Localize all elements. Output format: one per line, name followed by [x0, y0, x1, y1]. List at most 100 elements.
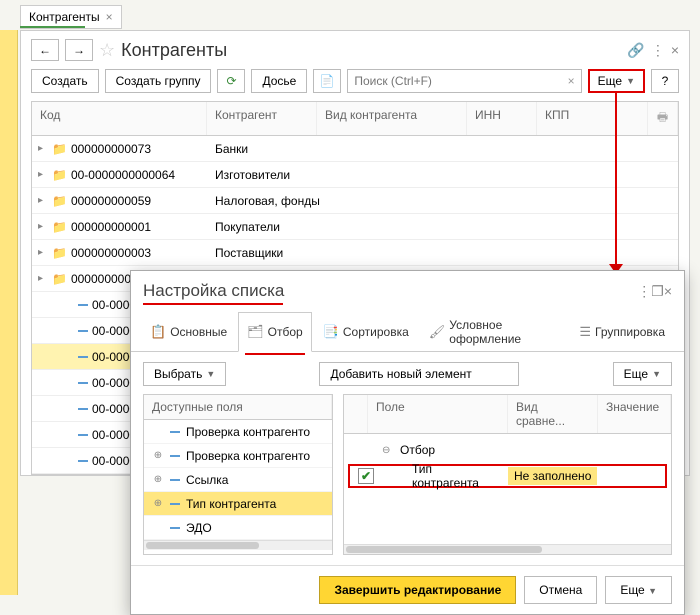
expand-icon[interactable]: ▸ [38, 143, 48, 154]
dialog-body: Выбрать ▼ Добавить новый элемент Еще ▼ Д… [131, 352, 684, 565]
fh-value[interactable]: Значение [598, 395, 671, 433]
more-label: Еще [598, 74, 622, 88]
scrollbar-thumb[interactable] [146, 542, 259, 549]
expand-icon[interactable]: ⊕ [152, 450, 164, 461]
app-tab-label: Контрагенты [29, 10, 100, 24]
search-input[interactable] [348, 74, 561, 88]
close-window-icon[interactable]: × [671, 42, 679, 58]
filter-item-row[interactable]: ✔ Тип контрагента Не заполнено [348, 464, 667, 488]
th-counterparty[interactable]: Контрагент [207, 102, 317, 135]
table-row[interactable]: ▸📁 000000000001Покупатели [32, 214, 678, 240]
th-inn[interactable]: ИНН [467, 102, 537, 135]
left-rail [0, 30, 18, 595]
create-button[interactable]: Создать [31, 69, 99, 93]
code-cell: ▸📁 00-0000000000064 [32, 168, 207, 182]
filter-root-row[interactable]: ⊖ Отбор [344, 438, 671, 462]
tab-main[interactable]: 📋Основные [141, 312, 236, 352]
dialog-more-button[interactable]: Еще ▼ [613, 362, 672, 386]
tab-group-label: Группировка [595, 325, 665, 339]
available-field-row[interactable]: Проверка контрагенто [144, 420, 332, 444]
expand-icon[interactable]: ▸ [38, 169, 48, 180]
more-button[interactable]: Еще ▼ [588, 69, 645, 93]
dossier-button[interactable]: Досье [251, 69, 307, 93]
dialog-close-icon[interactable]: × [664, 283, 672, 299]
dialog-tabs: 📋Основные 🗂Отбор 📑Сортировка 🖌Условное о… [131, 311, 684, 352]
item-icon [78, 382, 88, 384]
filter-compare[interactable]: Не заполнено [508, 467, 597, 485]
th-type[interactable]: Вид контрагента [317, 102, 467, 135]
menu-dots-icon[interactable]: ⋮ [651, 42, 665, 59]
folder-icon: 📁 [52, 220, 67, 234]
add-element-button[interactable]: Добавить новый элемент [319, 362, 519, 386]
dialog-menu-icon[interactable]: ⋮ [637, 283, 651, 300]
fh-field[interactable]: Поле [368, 395, 508, 433]
sort-icon: 📑 [323, 324, 339, 340]
expand-icon[interactable]: ▸ [38, 221, 48, 232]
field-label: Проверка контрагенто [186, 425, 324, 439]
expand-icon[interactable]: ▸ [38, 195, 48, 206]
scrollbar[interactable] [344, 544, 671, 554]
help-button[interactable]: ? [651, 69, 679, 93]
available-fields-panel: Доступные поля Проверка контрагенто⊕Пров… [143, 394, 333, 555]
th-kpp[interactable]: КПП [537, 102, 648, 135]
tab-group[interactable]: ☰Группировка [570, 312, 674, 352]
expand-icon[interactable]: ⊕ [152, 498, 164, 509]
th-print[interactable]: 🖶 [648, 102, 678, 135]
dialog-footer: Завершить редактирование Отмена Еще ▼ [131, 565, 684, 614]
field-label: Проверка контрагенто [186, 449, 324, 463]
expand-icon[interactable]: ▸ [38, 247, 48, 258]
name-cell: Налоговая, фонды [207, 194, 467, 208]
back-button[interactable]: ← [31, 39, 59, 61]
field-label: Ссылка [186, 473, 324, 487]
fh-compare[interactable]: Вид сравне... [508, 395, 598, 433]
close-icon[interactable]: × [106, 10, 113, 24]
table-row[interactable]: ▸📁 000000000073Банки [32, 136, 678, 162]
code-text: 000000000003 [71, 246, 151, 260]
dialog-split: Доступные поля Проверка контрагенто⊕Пров… [143, 394, 672, 555]
available-field-row[interactable]: ⊕Тип контрагента [144, 492, 332, 516]
annotation-underline-tab [245, 353, 305, 355]
search-clear-icon[interactable]: × [562, 74, 581, 88]
tab-sort[interactable]: 📑Сортировка [314, 312, 418, 352]
item-icon [78, 460, 88, 462]
tab-cond[interactable]: 🖌Условное оформление [420, 312, 569, 352]
code-text: 000000000001 [71, 220, 151, 234]
dialog-restore-icon[interactable]: ❐ [651, 283, 664, 300]
dossier-label: Досье [262, 74, 296, 88]
cancel-button[interactable]: Отмена [524, 576, 597, 604]
add-element-label: Добавить новый элемент [330, 367, 471, 381]
footer-more-button[interactable]: Еще ▼ [605, 576, 672, 604]
code-cell: ▸📁 000000000059 [32, 194, 207, 208]
scrollbar[interactable] [144, 540, 332, 550]
link-icon[interactable]: 🔗 [627, 42, 644, 59]
filter-checkbox[interactable]: ✔ [358, 468, 374, 484]
field-icon [170, 503, 180, 505]
tab-filter[interactable]: 🗂Отбор [238, 312, 312, 352]
select-button[interactable]: Выбрать ▼ [143, 362, 226, 386]
available-field-row[interactable]: ⊕ Ссылка [144, 468, 332, 492]
finish-editing-button[interactable]: Завершить редактирование [319, 576, 516, 604]
table-row[interactable]: ▸📁 000000000059Налоговая, фонды [32, 188, 678, 214]
available-field-row[interactable]: ⊕ Проверка контрагенто [144, 444, 332, 468]
favorite-icon[interactable]: ☆ [99, 40, 115, 61]
toolbar: Создать Создать группу ⟳ Досье 📄 × Еще ▼… [31, 69, 679, 93]
item-icon [78, 330, 88, 332]
collapse-icon[interactable]: ⊖ [382, 445, 394, 456]
folder-icon: 📁 [52, 142, 67, 156]
available-field-row[interactable]: ЭДО [144, 516, 332, 540]
table-row[interactable]: ▸📁 000000000003Поставщики [32, 240, 678, 266]
th-code[interactable]: Код [32, 102, 207, 135]
chevron-down-icon: ▼ [652, 369, 661, 379]
report-button[interactable]: 📄 [313, 69, 341, 93]
scrollbar-thumb[interactable] [346, 546, 542, 553]
field-icon [170, 527, 180, 529]
expand-icon[interactable]: ▸ [38, 273, 48, 284]
table-row[interactable]: ▸📁 00-0000000000064Изготовители [32, 162, 678, 188]
expand-icon[interactable]: ⊕ [152, 474, 164, 485]
field-label: ЭДО [186, 521, 324, 535]
forward-button[interactable]: → [65, 39, 93, 61]
create-group-label: Создать группу [116, 74, 201, 88]
name-cell: Банки [207, 142, 467, 156]
refresh-button[interactable]: ⟳ [217, 69, 245, 93]
create-group-button[interactable]: Создать группу [105, 69, 212, 93]
